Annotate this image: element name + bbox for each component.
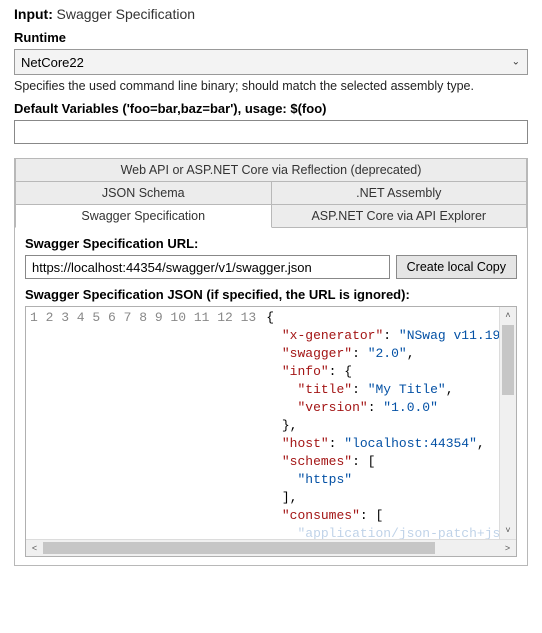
create-local-copy-button[interactable]: Create local Copy bbox=[396, 255, 517, 279]
vertical-scrollbar[interactable]: ˄ ˅ bbox=[499, 307, 516, 539]
tab-webapi-reflection[interactable]: Web API or ASP.NET Core via Reflection (… bbox=[15, 159, 527, 182]
tab-row-3: Swagger Specification ASP.NET Core via A… bbox=[15, 205, 527, 228]
default-vars-label: Default Variables ('foo=bar,baz=bar'), u… bbox=[14, 101, 528, 116]
input-title: Swagger Specification bbox=[57, 6, 196, 22]
input-header: Input: Swagger Specification bbox=[14, 6, 528, 22]
scroll-down-arrow-icon[interactable]: ˅ bbox=[500, 522, 516, 539]
scroll-up-arrow-icon[interactable]: ˄ bbox=[500, 307, 516, 324]
tab-row-1: Web API or ASP.NET Core via Reflection (… bbox=[15, 159, 527, 182]
scroll-right-arrow-icon[interactable]: ˃ bbox=[499, 540, 516, 556]
horizontal-scroll-thumb[interactable] bbox=[43, 542, 435, 554]
swagger-url-row: Create local Copy bbox=[25, 255, 517, 279]
runtime-help: Specifies the used command line binary; … bbox=[14, 79, 528, 93]
tab-row-2: JSON Schema .NET Assembly bbox=[15, 182, 527, 205]
tab-body-swagger: Swagger Specification URL: Create local … bbox=[15, 228, 527, 565]
swagger-url-input[interactable] bbox=[25, 255, 390, 279]
default-vars-input[interactable] bbox=[14, 120, 528, 144]
tab-json-schema[interactable]: JSON Schema bbox=[15, 182, 272, 205]
tab-swagger-spec[interactable]: Swagger Specification bbox=[15, 205, 272, 228]
code-area[interactable]: { "x-generator": "NSwag v11.19.2.0 (NJso… bbox=[262, 307, 499, 539]
scroll-left-arrow-icon[interactable]: ˂ bbox=[26, 540, 43, 556]
tab-net-assembly[interactable]: .NET Assembly bbox=[272, 182, 528, 205]
vertical-scroll-thumb[interactable] bbox=[502, 325, 514, 395]
horizontal-scrollbar[interactable]: ˂ ˃ bbox=[26, 539, 516, 556]
runtime-select[interactable]: NetCore22 bbox=[14, 49, 528, 75]
input-prefix: Input: bbox=[14, 6, 53, 22]
input-tabs: Web API or ASP.NET Core via Reflection (… bbox=[14, 158, 528, 566]
swagger-json-label: Swagger Specification JSON (if specified… bbox=[25, 287, 517, 302]
runtime-label: Runtime bbox=[14, 30, 528, 45]
tab-aspnet-api-explorer[interactable]: ASP.NET Core via API Explorer bbox=[272, 205, 528, 228]
runtime-select-wrap[interactable]: NetCore22 ⌄ bbox=[14, 49, 528, 75]
swagger-json-editor[interactable]: 1 2 3 4 5 6 7 8 9 10 11 12 13 { "x-gener… bbox=[25, 306, 517, 557]
line-gutter: 1 2 3 4 5 6 7 8 9 10 11 12 13 bbox=[26, 307, 262, 539]
swagger-url-label: Swagger Specification URL: bbox=[25, 236, 517, 251]
